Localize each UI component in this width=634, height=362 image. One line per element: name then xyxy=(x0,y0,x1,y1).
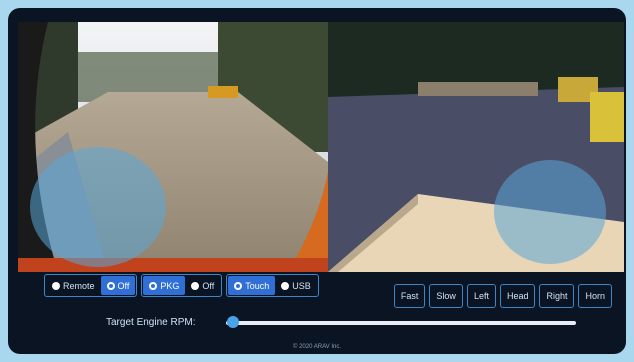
direction-controls: Fast Slow Left Head Right Horn xyxy=(393,284,612,308)
remote-off-option[interactable]: Off xyxy=(100,276,136,295)
slow-button[interactable]: Slow xyxy=(429,284,463,308)
radio-icon xyxy=(149,281,158,290)
control-screen: Remote Off PKG Off Touch USB Fast Slow L… xyxy=(8,8,626,354)
rear-camera-feed[interactable] xyxy=(328,22,624,272)
rpm-label: Target Engine RPM: xyxy=(106,317,196,328)
pkg-label: PKG xyxy=(160,280,180,291)
remote-off-label: Off xyxy=(117,280,130,291)
touch-option[interactable]: Touch xyxy=(228,276,276,295)
radio-icon xyxy=(234,281,243,290)
front-camera-image xyxy=(18,22,328,272)
left-button[interactable]: Left xyxy=(466,284,496,308)
pkg-off-label: Off xyxy=(202,280,215,291)
copyright-footer: © 2020 ARAV Inc. xyxy=(292,344,341,350)
usb-option[interactable]: USB xyxy=(275,276,317,295)
right-button[interactable]: Right xyxy=(539,284,575,308)
touch-label: Touch xyxy=(245,280,270,291)
remote-mode-group: Remote Off xyxy=(44,274,138,297)
usb-label: USB xyxy=(292,280,311,291)
radio-icon xyxy=(191,281,200,290)
rpm-control: Target Engine RPM: xyxy=(106,315,576,328)
radio-icon xyxy=(52,281,60,290)
rpm-slider-thumb[interactable] xyxy=(227,315,239,328)
pkg-mode-group: PKG Off xyxy=(141,274,223,297)
head-button[interactable]: Head xyxy=(499,284,536,308)
remote-label: Remote xyxy=(63,280,95,291)
input-mode-group: Touch USB xyxy=(226,274,319,297)
front-camera-feed[interactable] xyxy=(18,22,328,272)
radio-icon xyxy=(106,281,115,290)
radio-icon xyxy=(281,281,290,290)
rpm-slider-track[interactable] xyxy=(226,315,576,328)
pkg-off-option[interactable]: Off xyxy=(185,276,220,295)
remote-option[interactable]: Remote xyxy=(46,276,101,295)
mode-controls: Remote Off PKG Off Touch USB xyxy=(44,274,323,297)
horn-button[interactable]: Horn xyxy=(578,284,612,308)
pkg-option[interactable]: PKG xyxy=(143,276,186,295)
fast-button[interactable]: Fast xyxy=(393,284,426,308)
rear-camera-image xyxy=(328,22,624,272)
